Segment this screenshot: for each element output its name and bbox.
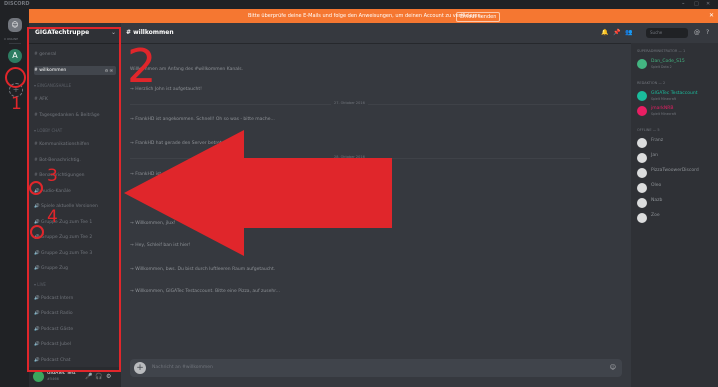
- annotation-number-3: 3: [47, 166, 58, 186]
- window-titlebar: DISCORD – □ ✕: [0, 0, 718, 9]
- member-activity: Spielt Minecraft: [651, 97, 676, 101]
- annotation-number-1: 1: [11, 94, 22, 114]
- avatar: [637, 106, 647, 116]
- members-icon[interactable]: 👥: [625, 23, 632, 43]
- avatar: [637, 91, 647, 101]
- help-icon[interactable]: ?: [706, 23, 709, 43]
- server-icon[interactable]: A: [8, 49, 22, 63]
- annotation-number-2: 2: [127, 39, 157, 93]
- channel-header: # willkommen 🔔 📌 👥 Suche @ ?: [121, 23, 718, 44]
- member-name: GIGATec Testaccount: [651, 91, 698, 96]
- banner-close-icon[interactable]: ✕: [709, 9, 714, 23]
- search-input[interactable]: Suche: [646, 28, 688, 38]
- avatar: [637, 138, 647, 148]
- member-item[interactable]: Oleo: [637, 182, 717, 196]
- message-item: → Willkommen, GIGATec Testaccount. Bitte…: [130, 289, 280, 294]
- resend-button[interactable]: Erneut senden: [456, 12, 501, 22]
- microphone-icon[interactable]: 🎤: [85, 373, 92, 380]
- member-name: Nazb: [651, 198, 663, 203]
- emoji-icon[interactable]: ☺: [610, 359, 616, 377]
- date-label: 27. Oktober 2016: [331, 101, 368, 105]
- message-item: → FrankHD ist angekommen. Schnell! Oh so…: [130, 117, 275, 122]
- member-category: REDAKTION — 2: [637, 81, 666, 85]
- member-category: OFFLINE — 5: [637, 128, 660, 132]
- online-count: 0 ONLINE: [4, 37, 19, 41]
- discord-logo-icon[interactable]: ☺: [8, 18, 22, 32]
- mention-icon[interactable]: @: [694, 23, 700, 43]
- avatar[interactable]: [33, 371, 44, 382]
- bell-icon[interactable]: 🔔: [601, 23, 608, 43]
- user-tag: #5466: [47, 377, 59, 381]
- member-name: jmarkNRB: [651, 106, 674, 111]
- member-name: Franz: [651, 138, 664, 143]
- avatar: [637, 213, 647, 223]
- member-name: Zoe: [651, 213, 660, 218]
- member-item[interactable]: Nazb: [637, 197, 717, 211]
- window-title: DISCORD: [4, 1, 30, 7]
- message-composer[interactable]: + Nachricht an #willkommen ☺: [130, 359, 622, 377]
- annotation-circle-3: [29, 181, 43, 195]
- verification-banner: Bitte überprüfe deine E-Mails und folge …: [0, 9, 718, 23]
- member-list: SUPERADMINISTRATOR — 1 Dan_Code_S15 Spielt…: [631, 43, 718, 387]
- annotation-circle-4: [30, 225, 44, 239]
- member-item[interactable]: Dan_Code_S15 Spielt Dota 2: [637, 58, 717, 72]
- avatar: [637, 168, 647, 178]
- member-activity: Spielt Dota 2: [651, 65, 672, 69]
- member-name: PizzaTwoowerDiscord: [651, 168, 699, 173]
- avatar: [637, 183, 647, 193]
- avatar: [637, 198, 647, 208]
- pin-icon[interactable]: 📌: [613, 23, 620, 43]
- member-name: Jan: [651, 153, 658, 158]
- message-input[interactable]: Nachricht an #willkommen: [152, 359, 213, 377]
- member-item[interactable]: PizzaTwoowerDiscord: [637, 167, 717, 181]
- member-name: Oleo: [651, 183, 662, 188]
- headphones-icon[interactable]: 🎧: [95, 373, 102, 380]
- server-list: ☺ 0 ONLINE A +: [0, 9, 29, 387]
- search-placeholder: Suche: [650, 30, 663, 35]
- member-item[interactable]: Zoe: [637, 212, 717, 226]
- member-item[interactable]: jmarkNRB Spielt Minecraft: [637, 105, 717, 119]
- member-name: Dan_Code_S15: [651, 59, 685, 64]
- close-window-icon[interactable]: ✕: [706, 0, 710, 9]
- annotation-box: [27, 27, 121, 372]
- gear-icon[interactable]: ⚙: [106, 373, 111, 380]
- minimize-icon[interactable]: –: [682, 0, 685, 9]
- upload-icon[interactable]: +: [134, 362, 146, 374]
- avatar: [637, 59, 647, 69]
- banner-text: Bitte überprüfe deine E-Mails und folge …: [248, 13, 483, 19]
- annotation-arrow-icon: [124, 130, 392, 256]
- member-category: SUPERADMINISTRATOR — 1: [637, 49, 686, 53]
- server-separator: [9, 43, 21, 44]
- annotation-number-4: 4: [47, 207, 58, 227]
- annotation-circle-1: [5, 67, 26, 88]
- message-item: → Willkommen, bws. Du bist durch luftlee…: [130, 267, 276, 272]
- member-item[interactable]: Jan: [637, 152, 717, 166]
- avatar: [637, 153, 647, 163]
- member-item[interactable]: Franz: [637, 137, 717, 151]
- maximize-icon[interactable]: □: [694, 0, 699, 9]
- member-activity: Spielt Minecraft: [651, 112, 676, 116]
- member-item[interactable]: GIGATec Testaccount Spielt Minecraft: [637, 90, 717, 104]
